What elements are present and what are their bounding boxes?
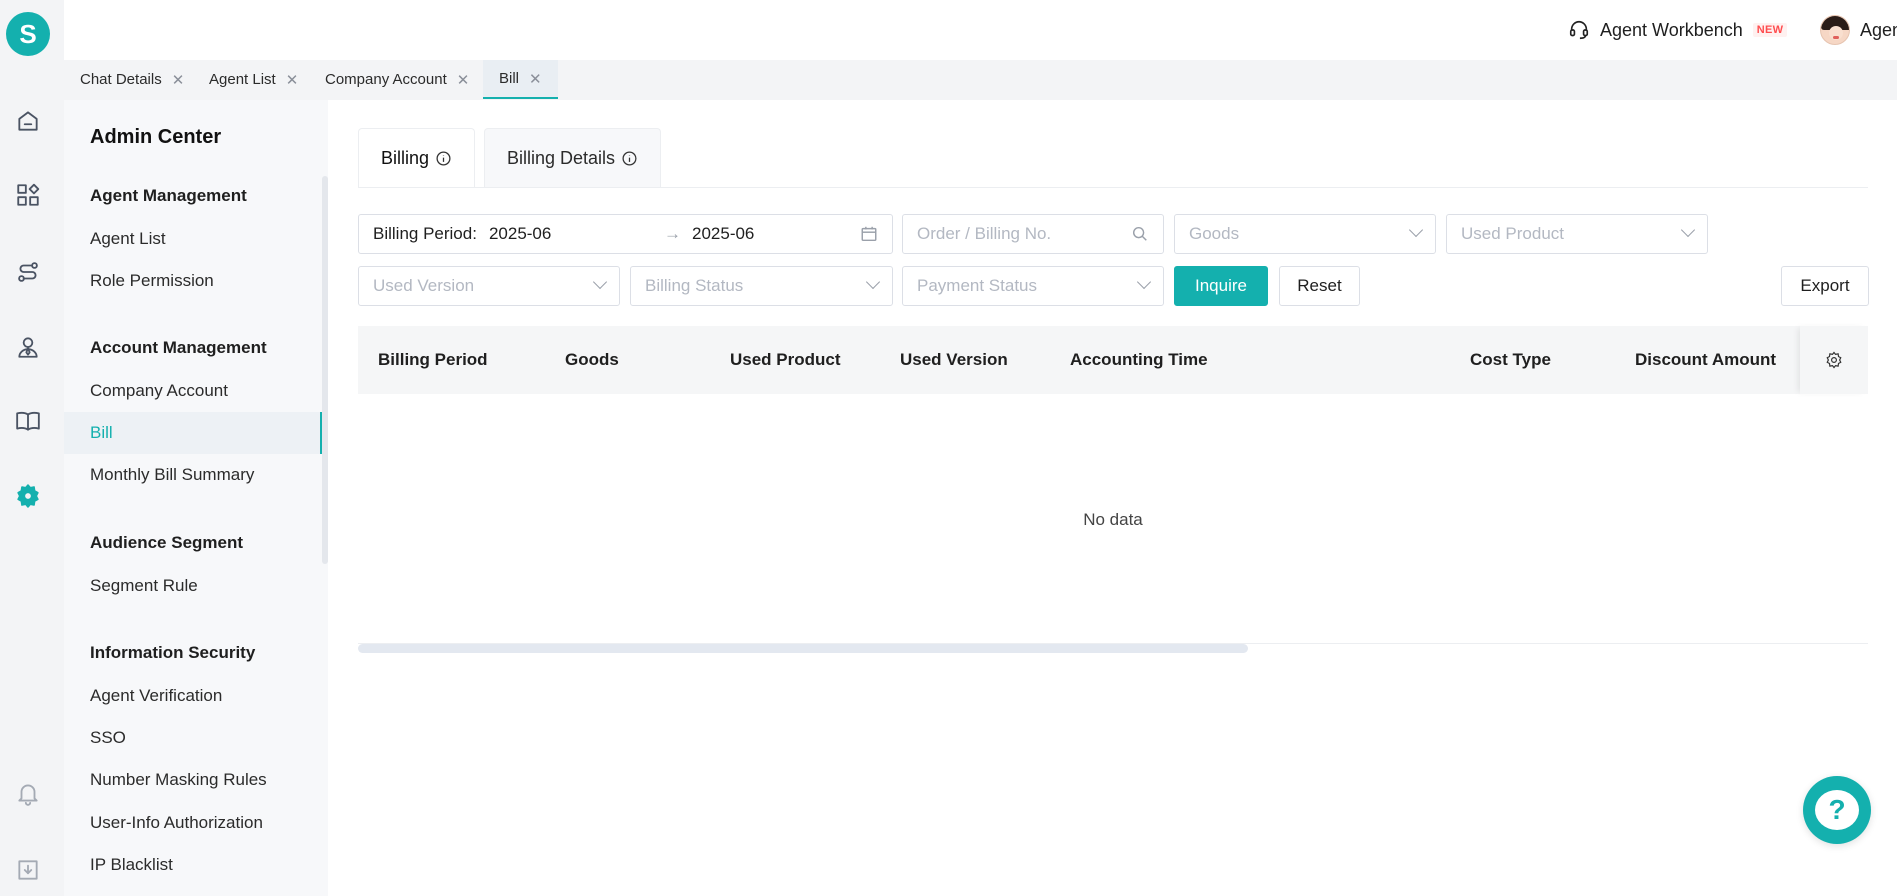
- nav-item-sso[interactable]: SSO: [64, 717, 322, 759]
- nav-item-bill[interactable]: Bill: [64, 412, 322, 454]
- close-icon[interactable]: ✕: [529, 70, 542, 88]
- goods-select[interactable]: Goods: [1174, 214, 1436, 254]
- info-icon: [436, 151, 451, 166]
- nav-item-agent-verification[interactable]: Agent Verification: [64, 675, 322, 717]
- route-icon[interactable]: [14, 258, 42, 286]
- tab-billing[interactable]: Billing: [358, 128, 476, 188]
- group-heading-agent-management: Agent Management: [90, 186, 247, 205]
- chevron-down-icon: [1408, 222, 1424, 238]
- admin-sub-nav: Admin Center Agent Management Agent List…: [64, 100, 328, 896]
- payment-status-select[interactable]: Payment Status: [902, 266, 1164, 306]
- period-end-value[interactable]: 2025-06: [692, 224, 754, 244]
- column-header-discount-amount[interactable]: Discount Amount: [1635, 326, 1776, 394]
- page-tab-chat-details[interactable]: Chat Details ✕: [64, 60, 200, 99]
- table-header: Billing Period Goods Used Product Used V…: [358, 326, 1868, 394]
- agent-workbench-label: Agent Workbench: [1600, 19, 1743, 40]
- help-chat-button[interactable]: ?: [1803, 776, 1871, 844]
- main-content: Billing Billing Details Billing Period: …: [328, 100, 1897, 896]
- user-name: Agent: [1860, 19, 1897, 40]
- used-version-select[interactable]: Used Version: [358, 266, 620, 306]
- tab-divider: [358, 187, 1868, 188]
- column-header-goods[interactable]: Goods: [565, 326, 619, 394]
- column-header-cost-type[interactable]: Cost Type: [1470, 326, 1551, 394]
- used-product-placeholder: Used Product: [1461, 224, 1564, 243]
- page-tab-label: Chat Details: [80, 71, 162, 88]
- settings-gear-icon[interactable]: [14, 482, 42, 510]
- info-icon: [622, 151, 637, 166]
- download-icon[interactable]: [14, 856, 42, 884]
- goods-placeholder: Goods: [1189, 224, 1240, 243]
- nav-item-user-info-authorization[interactable]: User-Info Authorization: [64, 802, 322, 844]
- billing-period-label: Billing Period:: [373, 224, 477, 243]
- inquire-button[interactable]: Inquire: [1174, 266, 1268, 306]
- page-tab-label: Bill: [499, 70, 520, 87]
- bell-icon[interactable]: [14, 779, 42, 807]
- table-horizontal-scrollbar[interactable]: [358, 644, 1248, 653]
- page-tab-label: Agent List: [209, 71, 276, 88]
- nav-item-role-permission[interactable]: Role Permission: [64, 260, 322, 302]
- used-product-select[interactable]: Used Product: [1446, 214, 1708, 254]
- page-tab-company-account[interactable]: Company Account ✕: [309, 60, 485, 99]
- agent-workbench-link[interactable]: Agent Workbench NEW: [1568, 18, 1788, 42]
- period-start-value[interactable]: 2025-06: [489, 224, 551, 244]
- tab-label: Billing: [381, 148, 430, 168]
- order-billing-no-placeholder: Order / Billing No.: [917, 224, 1052, 243]
- close-icon[interactable]: ✕: [457, 71, 470, 89]
- reset-button[interactable]: Reset: [1279, 266, 1360, 306]
- nav-item-ip-blacklist[interactable]: IP Blacklist: [64, 844, 322, 886]
- group-heading-account-management: Account Management: [90, 338, 267, 357]
- billing-status-select[interactable]: Billing Status: [630, 266, 893, 306]
- calendar-icon: [860, 225, 878, 243]
- avatar: [1820, 15, 1850, 45]
- page-tab-bill[interactable]: Bill ✕: [483, 60, 558, 99]
- headset-icon: [1569, 20, 1589, 40]
- column-settings-gear-icon[interactable]: [1800, 326, 1868, 394]
- tab-billing-details[interactable]: Billing Details: [484, 128, 662, 188]
- close-icon[interactable]: ✕: [172, 71, 185, 89]
- nav-item-company-account[interactable]: Company Account: [64, 370, 322, 412]
- user-menu[interactable]: Agent: [1820, 14, 1897, 46]
- column-header-used-version[interactable]: Used Version: [900, 326, 1008, 394]
- column-header-accounting-time[interactable]: Accounting Time: [1070, 326, 1208, 394]
- sub-nav-title: Admin Center: [90, 126, 222, 148]
- column-header-used-product[interactable]: Used Product: [730, 326, 841, 394]
- group-heading-audience-segment: Audience Segment: [90, 533, 244, 552]
- nav-item-segment-rule[interactable]: Segment Rule: [64, 565, 322, 607]
- used-version-placeholder: Used Version: [373, 276, 475, 295]
- chevron-down-icon: [592, 274, 608, 290]
- knowledge-book-icon[interactable]: [14, 407, 42, 435]
- new-badge: NEW: [1752, 23, 1788, 37]
- column-header-billing-period[interactable]: Billing Period: [378, 326, 488, 394]
- empty-state-text: No data: [1083, 510, 1143, 529]
- chevron-down-icon: [865, 274, 881, 290]
- close-icon[interactable]: ✕: [286, 71, 299, 89]
- chevron-down-icon: [1680, 222, 1696, 238]
- nav-item-number-masking-rules[interactable]: Number Masking Rules: [64, 759, 322, 801]
- top-header: Agent Workbench NEW Agent: [64, 0, 1897, 60]
- nav-item-agent-list[interactable]: Agent List: [64, 218, 322, 260]
- agent-icon[interactable]: [14, 333, 42, 361]
- tab-label: Billing Details: [507, 148, 616, 168]
- left-rail: S: [0, 0, 64, 896]
- order-billing-no-input[interactable]: Order / Billing No.: [902, 214, 1164, 254]
- billing-status-placeholder: Billing Status: [645, 276, 744, 295]
- page-tab-agent-list[interactable]: Agent List ✕: [193, 60, 314, 99]
- payment-status-placeholder: Payment Status: [917, 276, 1038, 295]
- billing-period-range-picker[interactable]: Billing Period: 2025-06 → 2025-06: [358, 214, 893, 254]
- home-icon[interactable]: [14, 107, 42, 135]
- apps-icon[interactable]: [14, 181, 42, 209]
- search-icon: [1131, 225, 1149, 243]
- page-tab-strip: Chat Details ✕ Agent List ✕ Company Acco…: [64, 60, 1897, 100]
- group-heading-information-security: Information Security: [90, 643, 256, 662]
- export-button[interactable]: Export: [1781, 266, 1869, 306]
- app-logo[interactable]: S: [6, 12, 50, 56]
- question-mark-icon: ?: [1815, 790, 1859, 830]
- chevron-down-icon: [1136, 274, 1152, 290]
- range-arrow: →: [664, 224, 681, 243]
- page-tab-label: Company Account: [325, 71, 447, 88]
- nav-item-monthly-bill-summary[interactable]: Monthly Bill Summary: [64, 454, 322, 496]
